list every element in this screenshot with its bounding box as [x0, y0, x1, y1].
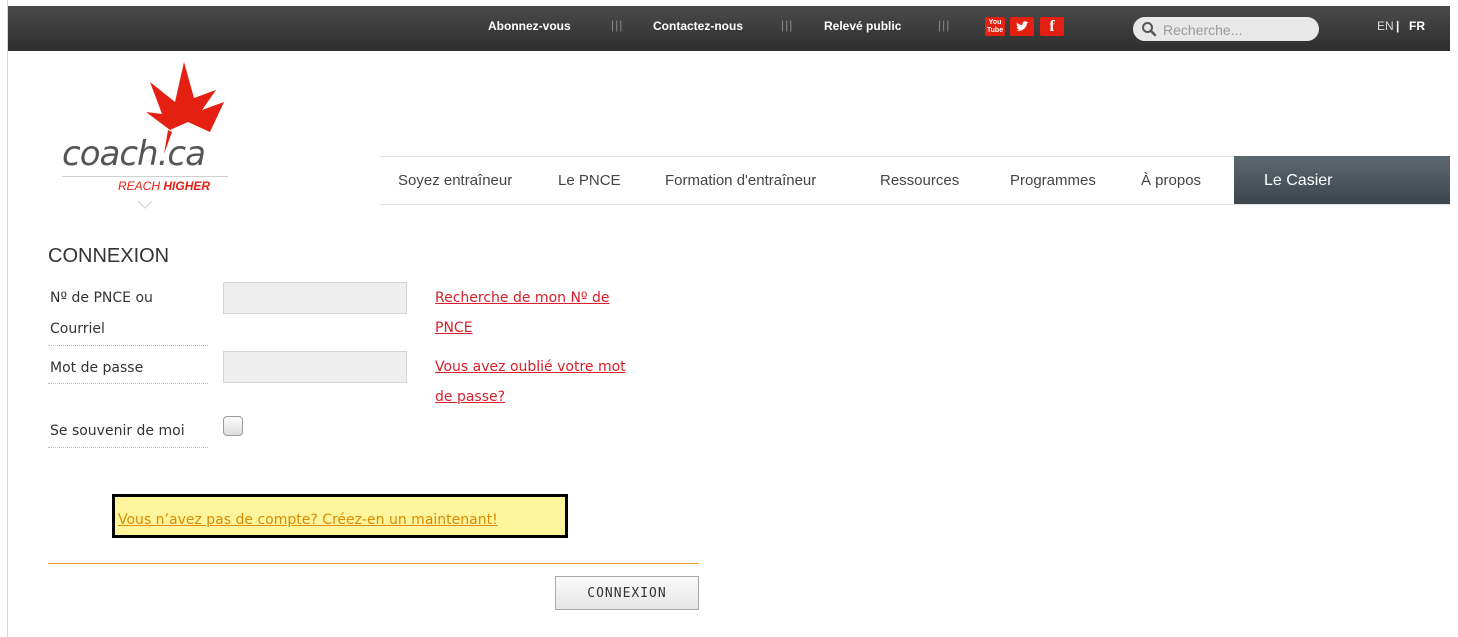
- window-edge: [0, 0, 8, 637]
- label-underline: [48, 345, 208, 346]
- caret-icon: [138, 201, 152, 209]
- logo-divider: [62, 176, 228, 177]
- find-pnce-link[interactable]: Recherche de mon Nº de PNCE: [435, 283, 665, 343]
- nav-item-pnce[interactable]: Le PNCE: [558, 172, 621, 189]
- top-separator: |||: [938, 18, 951, 32]
- remember-me-checkbox[interactable]: [223, 416, 243, 436]
- top-bar: Abonnez-vous ||| Contactez-nous ||| Rele…: [8, 6, 1450, 51]
- top-separator: |||: [611, 18, 624, 32]
- id-label-line1: Nº de PNCE ou: [50, 290, 153, 306]
- nav-item-become-coach[interactable]: Soyez entraîneur: [398, 172, 512, 189]
- nav-item-locker[interactable]: Le Casier: [1234, 156, 1450, 204]
- youtube-icon[interactable]: You Tube: [985, 17, 1005, 36]
- search-box[interactable]: [1133, 17, 1319, 41]
- nav-item-coach-training[interactable]: Formation d'entraîneur: [665, 172, 816, 189]
- password-label: Mot de passe: [50, 360, 144, 376]
- pnce-id-input[interactable]: [223, 282, 407, 314]
- create-account-highlight: Vous n’avez pas de compte? Créez-en un m…: [112, 494, 568, 538]
- create-account-link[interactable]: Vous n’avez pas de compte? Créez-en un m…: [118, 512, 498, 528]
- password-input[interactable]: [223, 351, 407, 383]
- label-underline: [48, 383, 208, 384]
- nav-item-resources[interactable]: Ressources: [880, 172, 959, 189]
- login-title: CONNEXION: [48, 245, 170, 267]
- search-icon: [1142, 22, 1157, 37]
- nav-item-about[interactable]: À propos: [1141, 172, 1201, 189]
- search-input[interactable]: [1161, 19, 1315, 41]
- subscribe-link[interactable]: Abonnez-vous: [488, 19, 571, 33]
- label-underline: [48, 447, 208, 448]
- coach-logo[interactable]: coach.ca REACH HIGHER: [62, 62, 232, 217]
- facebook-icon[interactable]: f: [1040, 17, 1064, 36]
- id-label-line2: Courriel: [50, 321, 105, 337]
- form-divider: [48, 563, 699, 564]
- lang-en-link[interactable]: EN: [1377, 19, 1394, 33]
- forgot-password-link[interactable]: Vous avez oublié votre mot de passe?: [435, 352, 665, 412]
- login-submit-button[interactable]: CONNEXION: [555, 576, 699, 610]
- lang-fr-link[interactable]: FR: [1409, 19, 1425, 33]
- public-record-link[interactable]: Relevé public: [824, 19, 901, 33]
- twitter-icon[interactable]: [1010, 17, 1034, 36]
- contact-link[interactable]: Contactez-nous: [653, 19, 743, 33]
- lang-divider: |: [1396, 19, 1400, 33]
- top-separator: |||: [781, 18, 794, 32]
- nav-item-programs[interactable]: Programmes: [1010, 172, 1096, 189]
- logo-text: coach.ca: [62, 134, 206, 174]
- nav-item-locker-label: Le Casier: [1264, 172, 1333, 189]
- logo-tagline: REACH HIGHER: [118, 179, 211, 193]
- remember-me-label: Se souvenir de moi: [50, 423, 185, 439]
